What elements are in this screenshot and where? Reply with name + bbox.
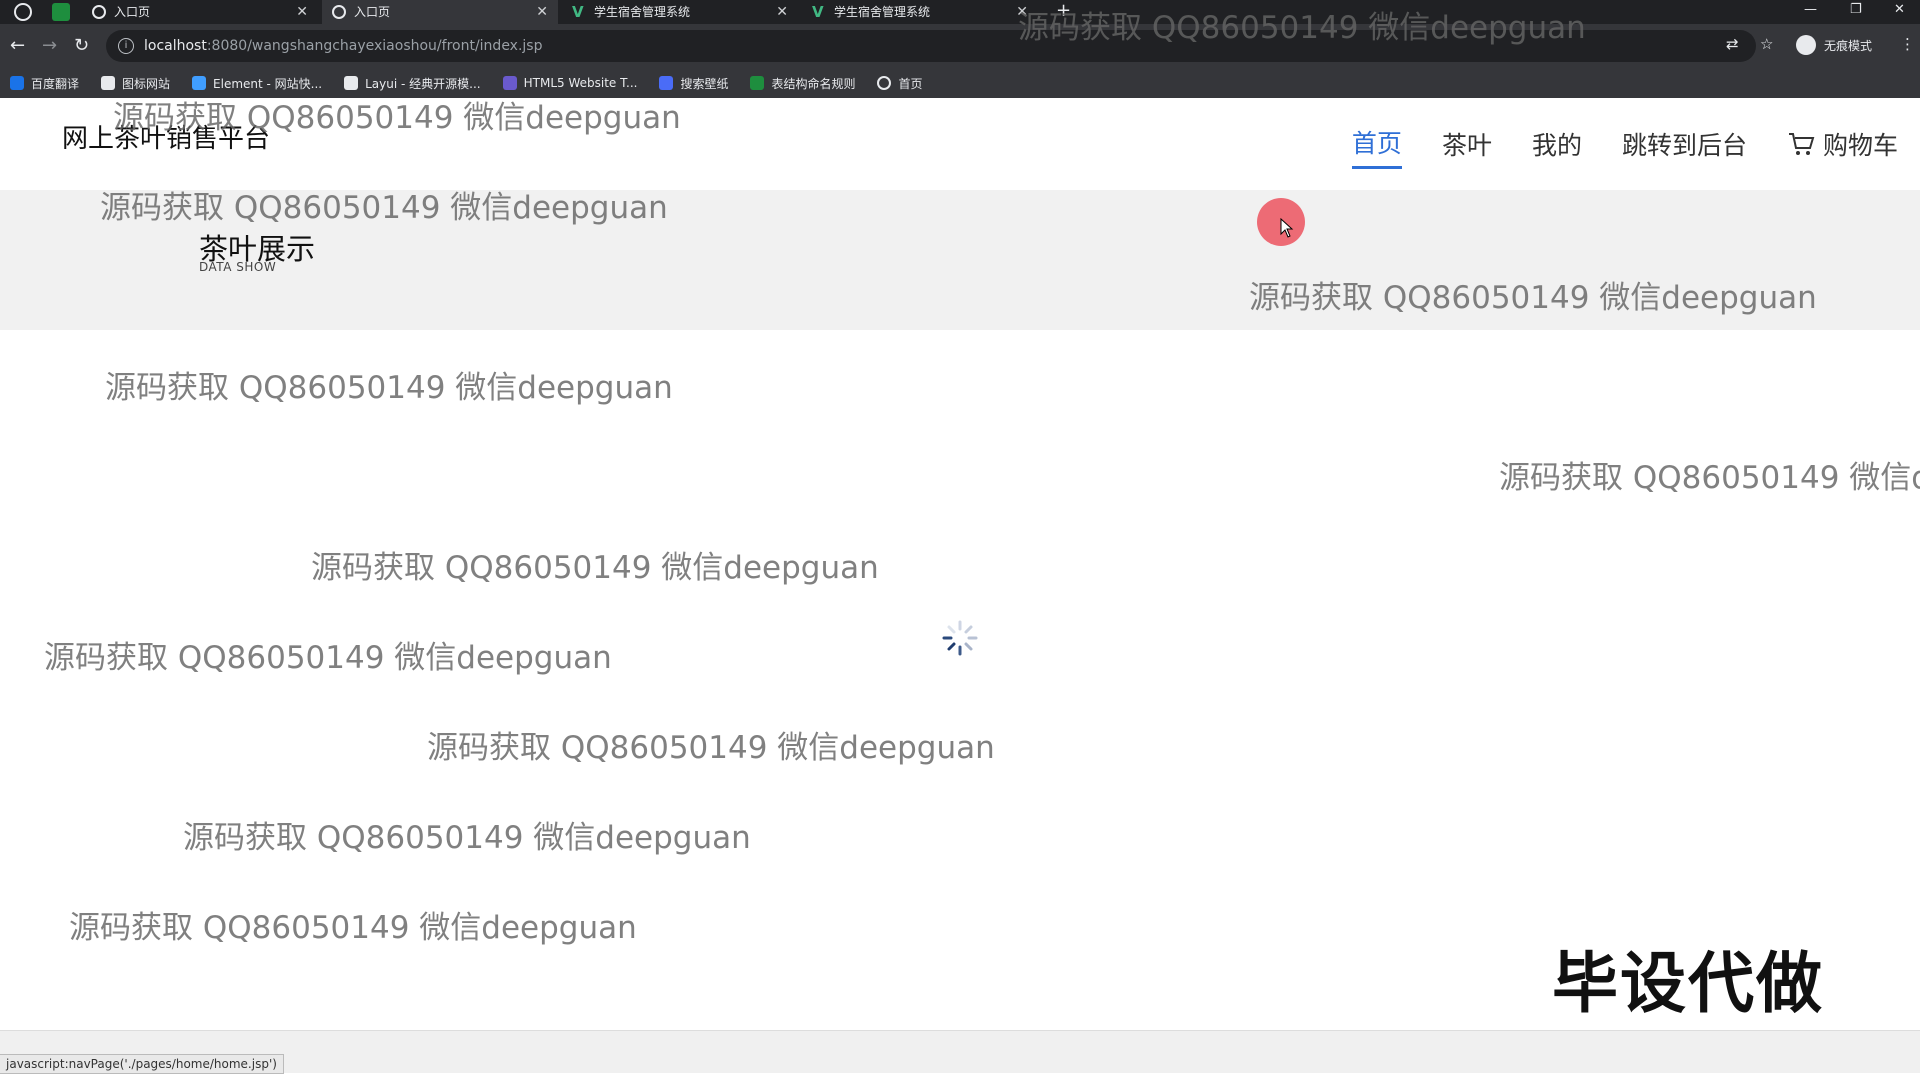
- watermark-text: 源码获取 QQ86050149 微信deepguan: [1499, 460, 1920, 496]
- tab-entry-2[interactable]: 入口页 ✕: [322, 0, 558, 24]
- close-window-icon[interactable]: ✕: [1894, 0, 1905, 20]
- browser-more-icon[interactable]: ⋮: [1900, 35, 1915, 53]
- bookmark-label: 表结构命名规则: [771, 76, 856, 91]
- flag-icon: [101, 76, 116, 90]
- bookmark-label: Layui - 经典开源模...: [365, 76, 481, 91]
- bookmark-label: 百度翻译: [31, 76, 80, 91]
- bookmark-item[interactable]: 百度翻译: [10, 75, 79, 92]
- info-icon[interactable]: i: [118, 38, 134, 54]
- minimize-icon[interactable]: —: [1804, 0, 1817, 20]
- vue-icon: V: [572, 3, 584, 21]
- incognito-icon: [1796, 35, 1816, 55]
- bookmark-label: HTML5 Website T...: [523, 76, 638, 90]
- reload-icon[interactable]: ↻: [74, 35, 89, 57]
- sheet-app-icon[interactable]: [52, 3, 70, 21]
- loading-spinner-icon: [942, 620, 978, 656]
- bookmark-item[interactable]: Element - 网站快...: [192, 75, 322, 92]
- browser-toolbar: ← → ↻ i localhost :8080/wangshangchayexi…: [0, 24, 1920, 68]
- promo-stamp: 毕设代做: [1552, 945, 1824, 1022]
- bookmark-item[interactable]: 图标网站: [101, 75, 170, 92]
- tab-label: 学生宿舍管理系统: [834, 5, 931, 19]
- watermark-text: 源码获取 QQ86050149 微信deepguan: [69, 910, 637, 946]
- globe-icon: [332, 5, 346, 19]
- status-bar-url: javascript:navPage('./pages/home/home.js…: [0, 1054, 284, 1074]
- browser-tab-strip: 入口页 ✕ 入口页 ✕ V 学生宿舍管理系统 ✕ V 学生宿舍管理系统 ✕ + …: [0, 0, 1920, 24]
- html5-icon: [502, 76, 517, 90]
- tab-label: 学生宿舍管理系统: [594, 5, 691, 19]
- nav-mine[interactable]: 我的: [1532, 126, 1582, 168]
- translate-icon: [10, 76, 24, 90]
- watermark-text: 源码获取 QQ86050149 微信deepguan: [105, 370, 673, 406]
- tab-label: 入口页: [354, 5, 391, 19]
- url-path: :8080/wangshangchayexiaoshou/front/index…: [206, 38, 543, 54]
- bookmark-star-icon[interactable]: ☆: [1760, 35, 1773, 53]
- vue-icon: V: [812, 3, 824, 21]
- translate-page-icon[interactable]: ⇄: [1726, 35, 1739, 53]
- tab-label: 入口页: [114, 5, 151, 19]
- bookmark-item[interactable]: 搜索壁纸: [659, 75, 728, 92]
- incognito-label: 无痕模式: [1824, 38, 1873, 53]
- url-host: localhost: [144, 38, 207, 54]
- watermark-text: 源码获取 QQ86050149 微信deepguan: [1249, 280, 1817, 316]
- bookmark-label: 首页: [898, 76, 923, 91]
- bookmark-item[interactable]: HTML5 Website T...: [502, 76, 638, 90]
- watermark-text: 源码获取 QQ86050149 微信deepguan: [44, 640, 612, 676]
- watermark-text: 源码获取 QQ86050149 微信deepguan: [113, 100, 681, 136]
- close-icon[interactable]: ✕: [776, 0, 788, 24]
- close-icon[interactable]: ✕: [536, 0, 548, 24]
- nav-cart-label: 购物车: [1822, 130, 1898, 160]
- tab-entry-1[interactable]: 入口页 ✕: [82, 0, 318, 24]
- browser-menu-icon[interactable]: [14, 3, 32, 21]
- bookmark-label: Element - 网站快...: [213, 76, 323, 91]
- cart-icon: [1788, 132, 1815, 155]
- globe-icon: [877, 76, 892, 90]
- watermark-text: 源码获取 QQ86050149 微信deepguan: [1018, 10, 1586, 46]
- restore-icon[interactable]: ❐: [1850, 0, 1862, 20]
- tab-dorm-2[interactable]: V 学生宿舍管理系统 ✕: [802, 0, 1038, 24]
- bookmark-item[interactable]: 首页: [877, 75, 923, 92]
- forward-icon[interactable]: →: [42, 35, 57, 57]
- bookmark-label: 搜索壁纸: [680, 76, 729, 91]
- mouse-pointer-icon: [1280, 218, 1294, 238]
- element-icon: [192, 76, 207, 90]
- nav-home[interactable]: 首页: [1351, 124, 1402, 169]
- bookmark-label: 图标网站: [122, 76, 171, 91]
- close-icon[interactable]: ✕: [296, 0, 308, 24]
- nav-admin[interactable]: 跳转到后台: [1622, 126, 1747, 168]
- watermark-text: 源码获取 QQ86050149 微信deepguan: [183, 820, 751, 856]
- back-icon[interactable]: ←: [10, 35, 25, 57]
- bookmark-item[interactable]: Layui - 经典开源模...: [344, 75, 481, 92]
- nav-tea[interactable]: 茶叶: [1442, 126, 1492, 168]
- watermark-text: 源码获取 QQ86050149 微信deepguan: [311, 550, 879, 586]
- wallpaper-icon: [659, 76, 674, 90]
- tab-dorm-1[interactable]: V 学生宿舍管理系统 ✕: [562, 0, 798, 24]
- bookmark-item[interactable]: 表结构命名规则: [750, 75, 855, 92]
- watermark-text: 源码获取 QQ86050149 微信deepguan: [427, 730, 995, 766]
- nav-cart[interactable]: 购物车: [1787, 126, 1898, 168]
- incognito-indicator[interactable]: 无痕模式: [1796, 35, 1872, 55]
- page-footer: [0, 1030, 1920, 1073]
- globe-icon: [92, 5, 106, 19]
- site-nav: 首页 茶叶 我的 跳转到后台 购物车: [1312, 124, 1898, 169]
- layui-icon: [344, 76, 359, 90]
- watermark-text: 源码获取 QQ86050149 微信deepguan: [100, 190, 668, 226]
- sheet-icon: [750, 76, 765, 90]
- section-subtitle: DATA SHOW: [199, 260, 277, 274]
